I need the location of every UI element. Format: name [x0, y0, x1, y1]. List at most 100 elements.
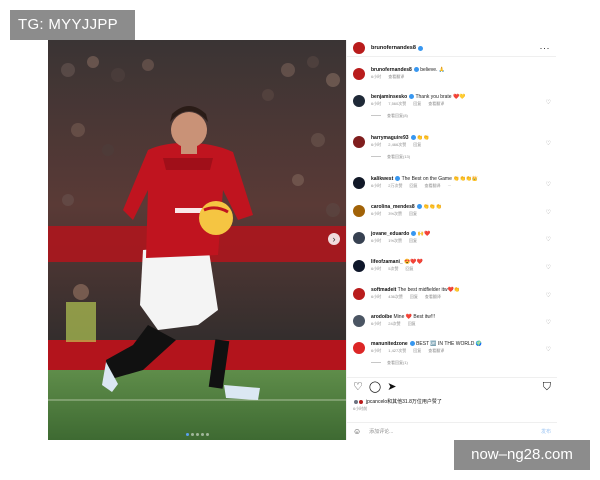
commenter-username[interactable]: lifeofzamani_	[371, 259, 403, 265]
likes-summary[interactable]: jpcancelo和其他31.8万位用户赞了	[353, 398, 442, 405]
comment-like-icon[interactable]: ♡	[546, 319, 551, 326]
watermark-bottom: now–ng28.com	[454, 440, 590, 470]
view-replies-link[interactable]: 查看回复(13)	[371, 154, 541, 160]
more-icon[interactable]: ···	[540, 43, 551, 53]
commenter-username[interactable]: kalikwest	[371, 176, 393, 182]
post-comment-button[interactable]: 发布	[541, 428, 551, 435]
comment-body: carolina_mendes8 👏👏👏 6小时 3%次赞 回复	[371, 204, 541, 217]
comment-meta-item[interactable]: 回复	[405, 266, 413, 271]
post-photo[interactable]: ›	[48, 40, 346, 440]
comment-line: jovane_eduardo 🙌❤️	[371, 231, 541, 238]
comment-meta-item[interactable]: 查看翻译	[428, 101, 444, 106]
comment: kalikwest The Best on the Game 👏👏👏👑 6小时 2万…	[347, 176, 557, 189]
comment-meta: 6小时 3%次赞 回复	[371, 211, 541, 217]
author-avatar[interactable]	[353, 42, 365, 54]
commenter-avatar[interactable]	[353, 205, 365, 217]
comment-meta-item[interactable]: 查看翻译	[388, 74, 404, 79]
comment-meta-item[interactable]: 回复	[409, 238, 417, 243]
comment-like-icon[interactable]: ♡	[546, 264, 551, 271]
carousel-dot	[195, 433, 199, 436]
comment-meta-item: 6小时	[371, 348, 382, 353]
comment: jovane_eduardo 🙌❤️ 6小时 1%次赞 回复 ♡	[347, 231, 557, 244]
comment-meta-item: 6小时	[371, 183, 382, 188]
comment-like-icon[interactable]: ♡	[546, 346, 551, 353]
commenter-avatar[interactable]	[353, 232, 365, 244]
commenter-username[interactable]: jovane_eduardo	[371, 231, 409, 237]
view-replies-link[interactable]: 查看回复(8)	[371, 113, 541, 119]
commenter-avatar[interactable]	[353, 315, 365, 327]
comment-meta: 6小时 5次赞 回复	[371, 266, 541, 272]
commenter-username[interactable]: manunitedzone	[371, 341, 408, 347]
comment-meta-item: 6小时	[371, 321, 382, 326]
comment-meta-item: 1%次赞	[388, 238, 403, 243]
commenter-username[interactable]: arodoibe	[371, 314, 392, 320]
comment-meta: 6小时 1%次赞 回复	[371, 238, 541, 244]
comment: harrymaguire93 👏👏 6小时 2,466次赞 回复 查看回复(13) ♡	[347, 135, 557, 160]
comment-meta-item[interactable]: 回复	[409, 183, 417, 188]
commenter-avatar[interactable]	[353, 136, 365, 148]
comment-line: kalikwest The Best on the Game 👏👏👏👑	[371, 176, 541, 183]
comment-meta-item: 436次赞	[388, 294, 403, 299]
comment-body: arodoibe Mine ❤️ Best itw!!! 6小时 24次赞 回复	[371, 314, 541, 327]
commenter-username[interactable]: benjaminsesko	[371, 94, 407, 100]
post-sidebar: brunofernandes8 ··· brunofernandes8 beli…	[346, 40, 557, 440]
comment-body: softmadeit The best midfielder itw❤️👏 6小时…	[371, 287, 541, 300]
comment-like-icon[interactable]: ♡	[546, 181, 551, 188]
comment: arodoibe Mine ❤️ Best itw!!! 6小时 24次赞 回复 ♡	[347, 314, 557, 327]
comment-meta-item[interactable]: 查看翻译	[425, 294, 441, 299]
comment-like-icon[interactable]: ♡	[546, 236, 551, 243]
share-icon[interactable]: ➤	[387, 382, 396, 393]
comment-line: benjaminsesko Thank you brate ❤️💛	[371, 94, 541, 101]
add-comment-bar: ☺ 添加评论... 发布	[347, 422, 557, 440]
likes-text: jpcancelo和其他31.8万位用户赞了	[366, 399, 442, 405]
comment: brunofernandes8 believe. 🙏 6小时 查看翻译	[347, 67, 557, 80]
view-replies-link[interactable]: 查看回复(1)	[371, 360, 541, 366]
author-username[interactable]: brunofernandes8	[371, 45, 416, 51]
carousel-next-icon[interactable]: ›	[328, 233, 340, 245]
comment-meta-item: 2,466次赞	[388, 142, 407, 147]
post-time: 6小时前	[353, 406, 368, 411]
comment-meta-item: 6小时	[371, 101, 382, 106]
comment-meta: 6小时 436次赞 回复 查看翻译	[371, 294, 541, 300]
comment-body: harrymaguire93 👏👏 6小时 2,466次赞 回复 查看回复(13)	[371, 135, 541, 160]
comment-meta: 6小时 24次赞 回复	[371, 321, 541, 327]
comment-meta-item[interactable]: 回复	[413, 348, 421, 353]
comment-like-icon[interactable]: ♡	[546, 99, 551, 106]
comment-like-icon[interactable]: ♡	[546, 292, 551, 299]
comment-like-icon[interactable]: ♡	[546, 209, 551, 216]
verified-badge-icon	[417, 45, 423, 51]
comment-meta-item[interactable]: 查看翻译	[428, 348, 444, 353]
comment-meta-item: 24次赞	[388, 321, 401, 326]
commenter-avatar[interactable]	[353, 288, 365, 300]
comment-meta-item[interactable]: 查看翻译	[424, 183, 440, 188]
liker-avatar	[358, 398, 364, 405]
comment-meta-item[interactable]: 回复	[413, 142, 421, 147]
screenshot: TG: MYYJJPP › brunofernandes8 ··· brunof…	[0, 0, 600, 480]
comment-meta-item[interactable]: 回复	[413, 101, 421, 106]
comment-like-icon[interactable]: ♡	[546, 140, 551, 147]
comment-text: Mine ❤️ Best itw!!!	[393, 314, 436, 320]
emoji-icon[interactable]: ☺	[353, 427, 361, 436]
comment-meta-item[interactable]: 回复	[408, 321, 416, 326]
comment-input[interactable]: 添加评论...	[369, 428, 393, 435]
save-icon[interactable]: ⛉	[543, 382, 551, 393]
commenter-username[interactable]: harrymaguire93	[371, 135, 409, 141]
commenter-avatar[interactable]	[353, 342, 365, 354]
commenter-avatar[interactable]	[353, 260, 365, 272]
commenter-username[interactable]: softmadeit	[371, 287, 396, 293]
comment-meta-item[interactable]: 回复	[410, 294, 418, 299]
commenter-username[interactable]: brunofernandes8	[371, 67, 412, 73]
commenter-avatar[interactable]	[353, 95, 365, 107]
commenter-username[interactable]: carolina_mendes8	[371, 204, 415, 210]
commenter-avatar[interactable]	[353, 68, 365, 80]
comment-body: kalikwest The Best on the Game 👏👏👏👑 6小时 2万…	[371, 176, 541, 189]
comment-meta-item[interactable]: ···	[447, 183, 451, 188]
like-icon[interactable]: ♡	[353, 382, 363, 393]
comment-meta-item[interactable]: 回复	[409, 211, 417, 216]
commenter-avatar[interactable]	[353, 177, 365, 189]
comment-body: manunitedzone BEST 🆙 IN THE WORLD 🌍 6小时 1,…	[371, 341, 541, 366]
comment-body: benjaminsesko Thank you brate ❤️💛 6小时 7,56…	[371, 94, 541, 119]
comment: softmadeit The best midfielder itw❤️👏 6小时…	[347, 287, 557, 300]
comment-icon[interactable]: ◯	[369, 382, 381, 393]
comment-meta-item: 5次赞	[388, 266, 399, 271]
